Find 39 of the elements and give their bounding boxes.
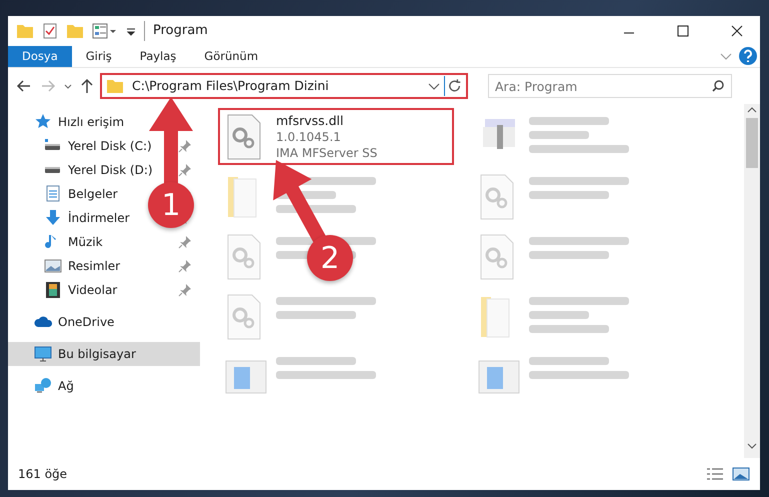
file-detail: IMA MFServer SS [276, 145, 378, 161]
sidebar-item[interactable]: Hızlı erişim [8, 110, 130, 134]
sidebar-item[interactable]: Yerel Disk (C:) [8, 134, 158, 158]
file-detail: 1.0.1045.1 [276, 129, 342, 145]
sidebar-item[interactable]: Videolar [8, 278, 124, 302]
search-field[interactable]: Ara: Program [488, 74, 732, 98]
sidebar-item[interactable]: Müzik [8, 230, 109, 254]
sidebar-item[interactable]: Belgeler [8, 182, 124, 206]
tiles-view-icon[interactable] [732, 467, 750, 481]
sidebar-item[interactable]: Resimler [8, 254, 126, 278]
checklist-icon[interactable] [42, 22, 58, 40]
ribbon-tab[interactable]: Paylaş [126, 46, 190, 67]
sidebar-item[interactable]: OneDrive [8, 310, 120, 334]
download-icon [44, 209, 62, 227]
search-icon [712, 80, 724, 92]
sidebar-item[interactable]: Yerel Disk (D:) [8, 158, 159, 182]
film-icon [44, 281, 62, 299]
ribbon-tab[interactable]: Görünüm [190, 46, 272, 67]
scrollbar[interactable] [744, 104, 760, 458]
help-icon[interactable] [736, 46, 760, 66]
ribbon-tab[interactable]: Dosya [8, 46, 72, 67]
star-icon [34, 113, 52, 131]
window-title: Program [144, 21, 208, 41]
address-path: C:\Program Files\Program Dizini [131, 76, 330, 95]
drive-icon [44, 166, 62, 174]
sidebar-item[interactable]: Bu bilgisayar [8, 342, 200, 366]
sidebar-item[interactable]: Ağ [8, 374, 80, 398]
file-tile[interactable]: mfsrvss.dll 1.0.1045.1 IMA MFServer SS [218, 108, 454, 165]
picture-icon [44, 257, 62, 275]
computer-icon [34, 345, 52, 363]
ribbon-tab[interactable]: Giriş [72, 46, 126, 67]
item-count: 161 öğe [18, 466, 68, 483]
document-icon [44, 185, 62, 203]
properties-icon[interactable] [92, 22, 118, 40]
address-bar[interactable]: C:\Program Files\Program Dizini [100, 73, 468, 99]
network-icon [34, 377, 52, 395]
details-view-icon[interactable] [706, 467, 724, 481]
sidebar-item[interactable]: İndirmeler [8, 206, 136, 230]
file-name: mfsrvss.dll [276, 113, 345, 129]
